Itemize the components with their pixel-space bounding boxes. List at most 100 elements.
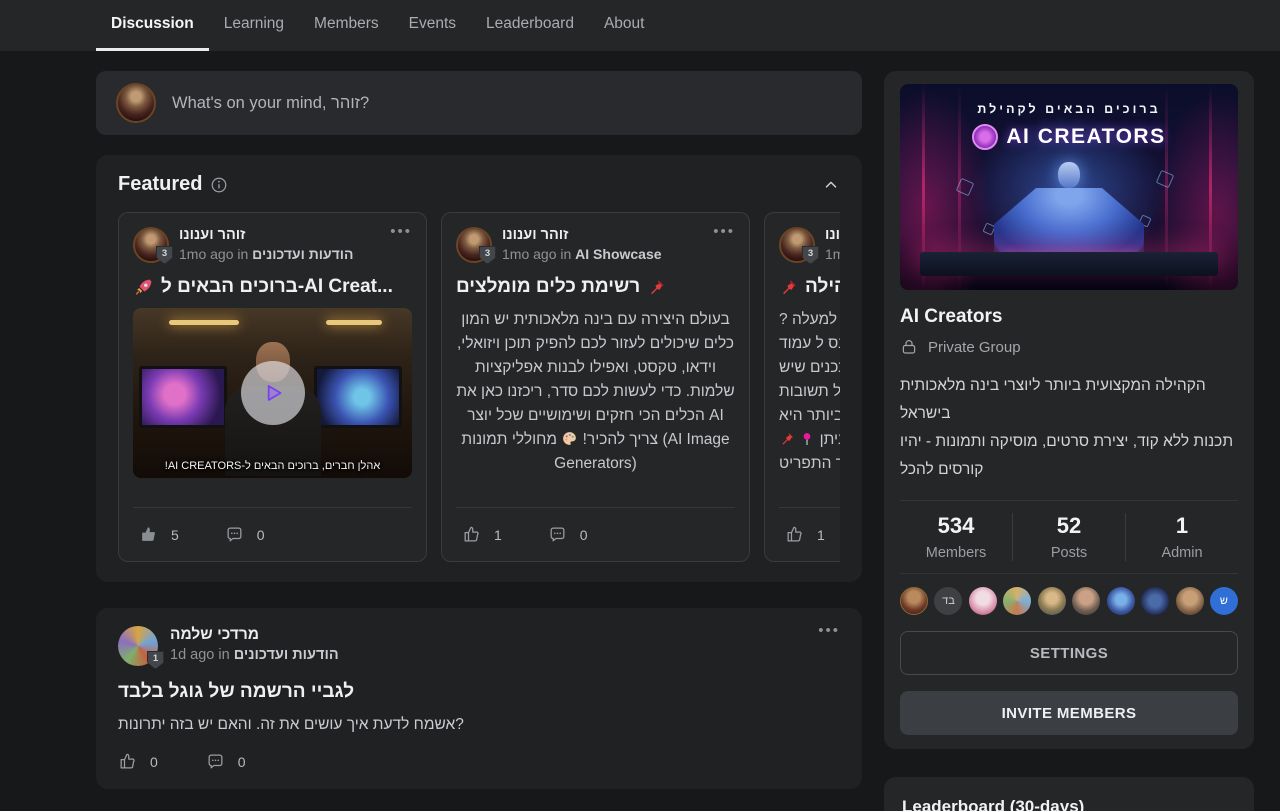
group-info-card: ברוכים הבאים לקהילת AI CREATORS AI Creat… <box>884 71 1254 749</box>
post-composer[interactable]: What's on your mind, זוהר? <box>96 71 862 135</box>
like-count: 0 <box>150 754 158 770</box>
tab-about[interactable]: About <box>589 0 660 51</box>
avatar[interactable]: 3 <box>456 227 492 263</box>
round-pushpin-icon <box>799 431 815 447</box>
featured-heading: Featured <box>118 173 202 196</box>
avatar[interactable]: 3 <box>779 227 815 263</box>
video-thumbnail[interactable]: אהלן חברים, ברוכים הבאים ל-AI CREATORS! <box>133 308 412 478</box>
stat-members[interactable]: 534 Members <box>900 513 1012 561</box>
featured-cards-row: 3 זוהר וענונו 1mo ago in הודעות ועדכונים… <box>118 212 840 562</box>
member-avatar[interactable] <box>969 587 997 615</box>
feed-post[interactable]: 1 מרדכי שלמה 1d ago in הודעות ועדכונים •… <box>96 608 862 789</box>
cover-figure <box>1058 162 1080 188</box>
leaderboard-card: Leaderboard (30-days) <box>884 777 1254 811</box>
comment-button[interactable]: 0 <box>206 752 246 771</box>
tab-events[interactable]: Events <box>394 0 471 51</box>
info-icon[interactable] <box>210 176 228 194</box>
video-caption: אהלן חברים, ברוכים הבאים ל-AI CREATORS! <box>133 460 412 472</box>
featured-card-welcome[interactable]: 3 זוהר וענונו 1mo ago in הודעות ועדכונים… <box>118 212 427 562</box>
group-cover-image: ברוכים הבאים לקהילת AI CREATORS <box>900 84 1238 290</box>
level-badge: 1 <box>147 651 164 669</box>
like-button[interactable]: 1 <box>785 525 825 544</box>
collapse-chevron-up-icon[interactable] <box>822 176 840 194</box>
cover-welcome-text: ברוכים הבאים לקהילת <box>900 102 1238 116</box>
stat-admin[interactable]: 1 Admin <box>1125 513 1238 561</box>
monitor-left <box>139 366 227 428</box>
level-badge: 3 <box>802 246 819 264</box>
member-avatar[interactable] <box>1072 587 1100 615</box>
level-badge: 3 <box>156 246 173 264</box>
post-meta: 1d ago in <box>170 647 230 663</box>
group-description: הקהילה המקצועית ביותר ליוצרי בינה מלאכות… <box>900 372 1238 501</box>
like-button[interactable]: 5 <box>139 525 179 544</box>
member-avatar[interactable] <box>1176 587 1204 615</box>
like-count: 1 <box>817 527 825 543</box>
featured-section: Featured 3 זוהר וענונ <box>96 155 862 582</box>
author-name[interactable]: זוהר וענונו <box>825 227 840 243</box>
settings-button[interactable]: SETTINGS <box>900 631 1238 675</box>
post-meta: 1mo <box>825 246 840 262</box>
composer-placeholder: What's on your mind, זוהר? <box>172 94 369 113</box>
tab-leaderboard[interactable]: Leaderboard <box>471 0 589 51</box>
avatar[interactable]: 3 <box>133 227 169 263</box>
category-link[interactable]: הודעות ועדכונים <box>234 647 339 663</box>
tab-discussion[interactable]: Discussion <box>96 0 209 51</box>
like-count: 5 <box>171 527 179 543</box>
member-avatar[interactable] <box>1107 587 1135 615</box>
author-name[interactable]: זוהר וענונו <box>502 227 703 243</box>
monitor-right <box>314 366 402 428</box>
category-link[interactable]: AI Showcase <box>575 246 661 262</box>
lock-icon <box>900 338 918 356</box>
tab-members[interactable]: Members <box>299 0 394 51</box>
post-body: אשמח לדעת איך עושים את זה. והאם יש בזה י… <box>118 716 840 734</box>
category-link[interactable]: הודעות ועדכונים <box>252 246 353 262</box>
author-name[interactable]: מרדכי שלמה <box>170 626 806 644</box>
group-stats: 534 Members 52 Posts 1 Admin <box>900 501 1238 574</box>
member-avatar[interactable] <box>1038 587 1066 615</box>
member-avatar[interactable] <box>1141 587 1169 615</box>
group-name: AI Creators <box>900 306 1238 328</box>
pushpin-icon <box>779 431 795 447</box>
page-content: What's on your mind, זוהר? Featured <box>0 51 1280 811</box>
pushpin-icon <box>647 278 666 297</box>
current-user-avatar <box>116 83 156 123</box>
comment-button[interactable]: 0 <box>225 525 265 544</box>
author-name[interactable]: זוהר וענונו <box>179 227 380 243</box>
tab-learning[interactable]: Learning <box>209 0 299 51</box>
featured-card-community[interactable]: 3 זוהר וענונו 1mo קהילה ? למעלה היכנס ל <box>764 212 840 562</box>
member-avatars-row: בד ש <box>900 574 1238 617</box>
like-button[interactable]: 0 <box>118 752 158 771</box>
post-menu-icon[interactable]: ••• <box>818 626 840 666</box>
rocket-icon <box>133 277 154 298</box>
comment-count: 0 <box>238 754 246 770</box>
brain-icon <box>972 124 998 150</box>
top-nav: Discussion Learning Members Events Leade… <box>0 0 1280 51</box>
pushpin-icon <box>779 278 798 297</box>
leaderboard-title: Leaderboard (30-days) <box>902 797 1236 811</box>
palette-icon <box>561 430 578 447</box>
post-preview-text: בעולם היצירה עם בינה מלאכותית יש המון כל… <box>456 308 735 476</box>
stat-posts[interactable]: 52 Posts <box>1012 513 1125 561</box>
feed-column: What's on your mind, זוהר? Featured <box>96 71 862 811</box>
comment-count: 0 <box>257 527 265 543</box>
privacy-label: Private Group <box>928 339 1021 356</box>
invite-members-button[interactable]: INVITE MEMBERS <box>900 691 1238 735</box>
post-title: ברוכים הבאים ל-AI Creat... <box>161 276 393 298</box>
member-avatar[interactable] <box>900 587 928 615</box>
play-button-icon[interactable] <box>241 361 305 425</box>
comment-button[interactable]: 0 <box>548 525 588 544</box>
group-sidebar: ברוכים הבאים לקהילת AI CREATORS AI Creat… <box>884 71 1254 811</box>
post-meta: 1mo ago in <box>179 246 248 262</box>
member-avatar[interactable] <box>1003 587 1031 615</box>
post-title: קהילה <box>805 276 840 298</box>
avatar[interactable]: 1 <box>118 626 158 666</box>
post-menu-icon[interactable]: ••• <box>390 227 412 237</box>
like-count: 1 <box>494 527 502 543</box>
member-avatar[interactable]: בד <box>934 587 962 615</box>
post-menu-icon[interactable]: ••• <box>713 227 735 237</box>
post-meta: 1mo ago in <box>502 246 571 262</box>
featured-card-tools[interactable]: 3 זוהר וענונו 1mo ago in AI Showcase •••… <box>441 212 750 562</box>
like-button[interactable]: 1 <box>462 525 502 544</box>
post-preview-text: ? למעלה היכנס ל עמוד התכנים שיש קבל תשוב… <box>779 308 840 476</box>
member-avatar[interactable]: ש <box>1210 587 1238 615</box>
